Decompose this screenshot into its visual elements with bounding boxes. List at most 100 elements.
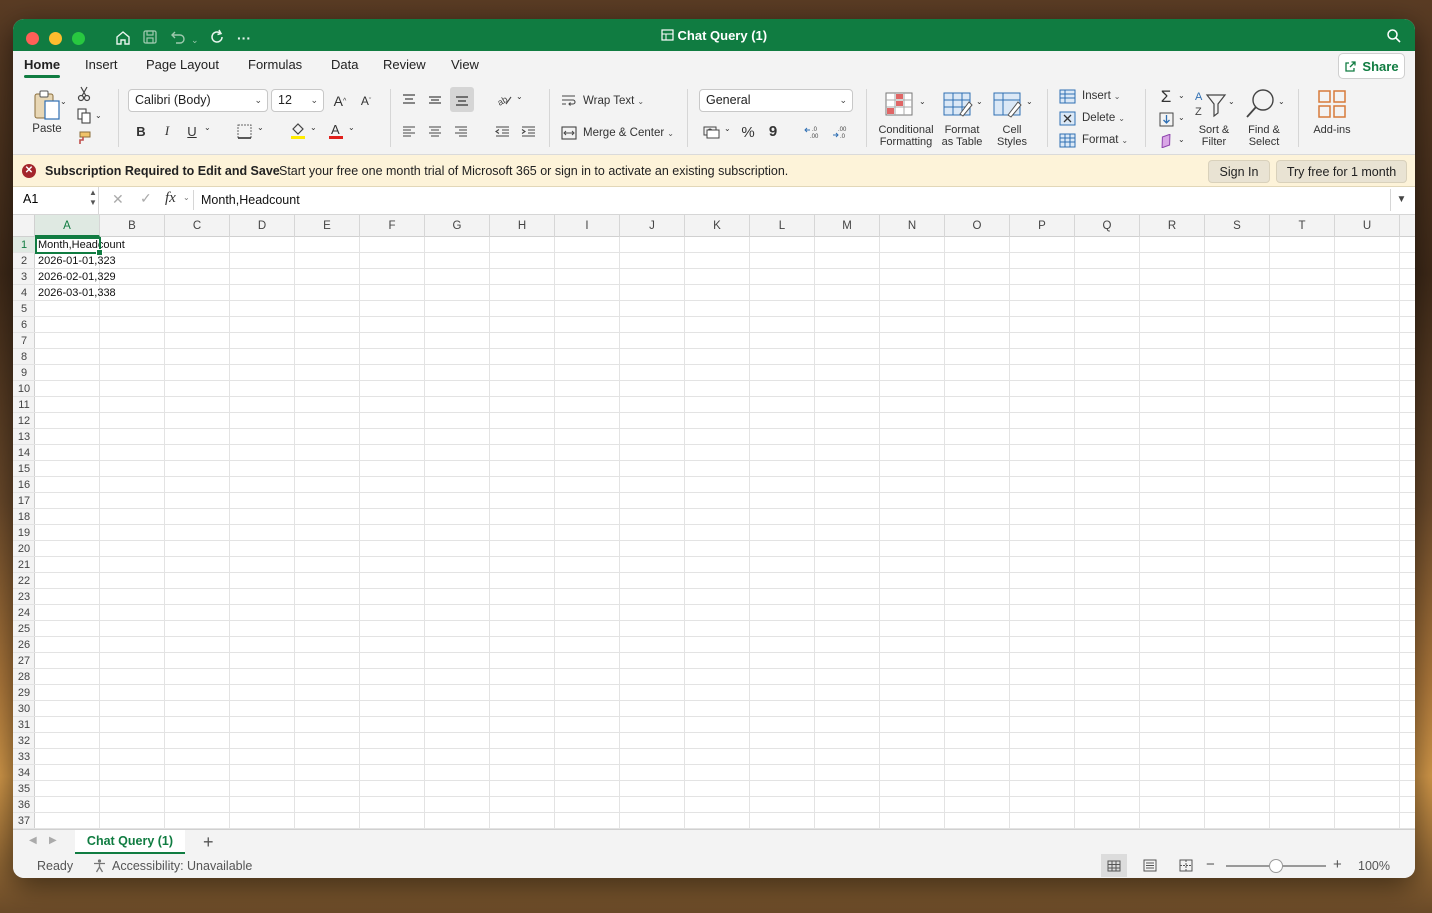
- home-icon[interactable]: [114, 29, 132, 51]
- row-header-23[interactable]: 23: [13, 589, 35, 605]
- row-header-33[interactable]: 33: [13, 749, 35, 765]
- italic-button[interactable]: I: [157, 121, 177, 141]
- underline-button[interactable]: U: [182, 121, 202, 141]
- column-header-n[interactable]: N: [880, 215, 945, 237]
- fill-chevron-icon[interactable]: ⌄: [1178, 113, 1185, 122]
- format-as-table-button[interactable]: [941, 87, 975, 121]
- row-header-34[interactable]: 34: [13, 765, 35, 781]
- previous-sheet-icon[interactable]: ◀: [29, 835, 37, 846]
- clear-chevron-icon[interactable]: ⌄: [1178, 135, 1185, 144]
- row-header-4[interactable]: 4: [13, 285, 35, 301]
- column-header-s[interactable]: S: [1205, 215, 1270, 237]
- share-button[interactable]: Share: [1338, 53, 1405, 79]
- column-header-t[interactable]: T: [1270, 215, 1335, 237]
- accounting-format-icon[interactable]: [701, 122, 723, 142]
- column-header-u[interactable]: U: [1335, 215, 1400, 237]
- percent-style-button[interactable]: %: [738, 122, 758, 142]
- row-header-28[interactable]: 28: [13, 669, 35, 685]
- row-header-11[interactable]: 11: [13, 397, 35, 413]
- row-header-27[interactable]: 27: [13, 653, 35, 669]
- cell-a3[interactable]: 2026-02-01,329: [35, 269, 116, 285]
- search-icon[interactable]: [1386, 28, 1402, 48]
- try-free-button[interactable]: Try free for 1 month: [1276, 160, 1407, 183]
- cell-styles-button[interactable]: [991, 87, 1025, 121]
- column-header-l[interactable]: L: [750, 215, 815, 237]
- autosum-chevron-icon[interactable]: ⌄: [1178, 91, 1185, 100]
- conditional-formatting-button[interactable]: [883, 87, 917, 121]
- column-header-c[interactable]: C: [165, 215, 230, 237]
- bold-button[interactable]: B: [131, 121, 151, 141]
- align-top-icon[interactable]: [399, 90, 419, 110]
- insert-cells-button[interactable]: Insert ⌄: [1059, 87, 1120, 105]
- row-header-17[interactable]: 17: [13, 493, 35, 509]
- wrap-text-button[interactable]: Wrap Text ⌄: [561, 92, 644, 110]
- row-header-35[interactable]: 35: [13, 781, 35, 797]
- row-header-26[interactable]: 26: [13, 637, 35, 653]
- cell-styles-chevron-icon[interactable]: ⌄: [1026, 97, 1033, 106]
- column-header-p[interactable]: P: [1010, 215, 1075, 237]
- copy-dropdown-chevron-icon[interactable]: ⌄: [95, 111, 102, 120]
- row-header-14[interactable]: 14: [13, 445, 35, 461]
- decrease-font-size-icon[interactable]: Aˇ: [356, 91, 376, 111]
- redo-icon[interactable]: [209, 29, 225, 49]
- increase-font-size-icon[interactable]: A ^: [330, 91, 350, 111]
- cell-area[interactable]: Month,Headcount 2026-01-01,323 2026-02-01,…: [35, 237, 1415, 829]
- page-break-view-icon[interactable]: [1179, 859, 1193, 875]
- sheet-tab-chat-query[interactable]: Chat Query (1): [75, 830, 185, 854]
- underline-chevron-icon[interactable]: ⌄: [204, 123, 211, 132]
- insert-function-chevron-icon[interactable]: ⌄: [183, 193, 190, 202]
- fill-color-icon[interactable]: [288, 119, 308, 141]
- row-header-10[interactable]: 10: [13, 381, 35, 397]
- row-header-25[interactable]: 25: [13, 621, 35, 637]
- sort-filter-button[interactable]: AZ: [1193, 87, 1229, 121]
- undo-icon[interactable]: [169, 29, 187, 49]
- confirm-entry-icon[interactable]: ✓: [140, 190, 152, 207]
- row-header-22[interactable]: 22: [13, 573, 35, 589]
- close-window-button[interactable]: [26, 32, 39, 45]
- column-header-b[interactable]: B: [100, 215, 165, 237]
- undo-dropdown-chevron-icon[interactable]: ⌄: [191, 31, 199, 49]
- format-as-table-chevron-icon[interactable]: ⌄: [976, 97, 983, 106]
- column-header-j[interactable]: J: [620, 215, 685, 237]
- decrease-decimal-icon[interactable]: .00.0: [831, 122, 853, 142]
- font-color-chevron-icon[interactable]: ⌄: [348, 123, 355, 132]
- number-format-select[interactable]: General ⌄: [699, 89, 853, 112]
- name-box-stepper-icon[interactable]: ▲ ▼: [89, 188, 97, 208]
- add-ins-button[interactable]: [1316, 87, 1348, 121]
- row-header-3[interactable]: 3: [13, 269, 35, 285]
- column-header-f[interactable]: F: [360, 215, 425, 237]
- tab-review[interactable]: Review: [383, 57, 426, 72]
- decrease-indent-icon[interactable]: [492, 122, 512, 142]
- row-header-1[interactable]: 1: [13, 237, 35, 253]
- font-size-select[interactable]: 12 ⌄: [271, 89, 324, 112]
- accessibility-icon[interactable]: [92, 858, 107, 876]
- align-right-icon[interactable]: [451, 122, 471, 142]
- font-color-icon[interactable]: A: [326, 119, 346, 141]
- row-header-15[interactable]: 15: [13, 461, 35, 477]
- tab-formulas[interactable]: Formulas: [248, 57, 302, 72]
- align-center-icon[interactable]: [425, 122, 445, 142]
- cut-icon[interactable]: [75, 85, 93, 103]
- page-layout-view-icon[interactable]: [1143, 859, 1157, 875]
- paste-dropdown-chevron-icon[interactable]: ⌄: [60, 97, 67, 106]
- tab-page-layout[interactable]: Page Layout: [146, 57, 219, 72]
- row-header-31[interactable]: 31: [13, 717, 35, 733]
- more-icon[interactable]: ···: [237, 29, 251, 47]
- row-header-7[interactable]: 7: [13, 333, 35, 349]
- format-painter-icon[interactable]: [75, 129, 93, 147]
- zoom-out-button[interactable]: −: [1206, 856, 1215, 873]
- name-box[interactable]: A1 ▲ ▼: [13, 187, 99, 214]
- tab-home[interactable]: Home: [24, 57, 61, 78]
- tab-insert[interactable]: Insert: [85, 57, 118, 72]
- font-name-select[interactable]: Calibri (Body) ⌄: [128, 89, 268, 112]
- row-header-32[interactable]: 32: [13, 733, 35, 749]
- select-all-corner[interactable]: [13, 215, 35, 237]
- row-header-2[interactable]: 2: [13, 253, 35, 269]
- accounting-chevron-icon[interactable]: ⌄: [724, 124, 731, 133]
- column-header-e[interactable]: E: [295, 215, 360, 237]
- save-icon[interactable]: [142, 29, 158, 49]
- maximize-window-button[interactable]: [72, 32, 85, 45]
- column-header-h[interactable]: H: [490, 215, 555, 237]
- normal-view-icon[interactable]: [1101, 854, 1127, 877]
- align-left-icon[interactable]: [399, 122, 419, 142]
